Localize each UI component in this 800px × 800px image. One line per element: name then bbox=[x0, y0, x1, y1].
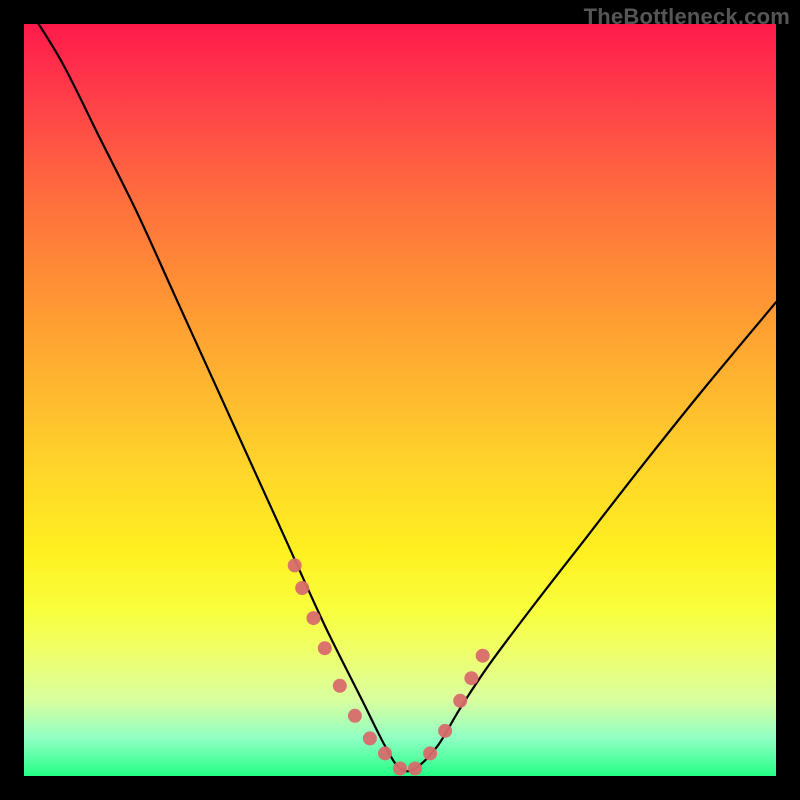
highlight-dot bbox=[288, 558, 302, 572]
bottleneck-curve-svg bbox=[24, 24, 776, 776]
highlight-dot bbox=[423, 746, 437, 760]
highlight-dot bbox=[476, 649, 490, 663]
highlight-dot bbox=[453, 694, 467, 708]
highlight-dot bbox=[408, 762, 422, 776]
highlight-dot bbox=[438, 724, 452, 738]
highlight-dot bbox=[378, 746, 392, 760]
highlight-dot bbox=[318, 641, 332, 655]
bottleneck-curve bbox=[24, 24, 776, 771]
highlight-dot bbox=[363, 731, 377, 745]
watermark-text: TheBottleneck.com bbox=[584, 4, 790, 30]
highlight-dot bbox=[333, 679, 347, 693]
highlight-dot bbox=[295, 581, 309, 595]
highlight-dot bbox=[348, 709, 362, 723]
highlight-dot bbox=[464, 671, 478, 685]
highlight-dot bbox=[307, 611, 321, 625]
highlight-dot bbox=[393, 762, 407, 776]
curve-line bbox=[24, 24, 776, 771]
chart-plot-area bbox=[24, 24, 776, 776]
highlight-dots bbox=[288, 558, 490, 775]
